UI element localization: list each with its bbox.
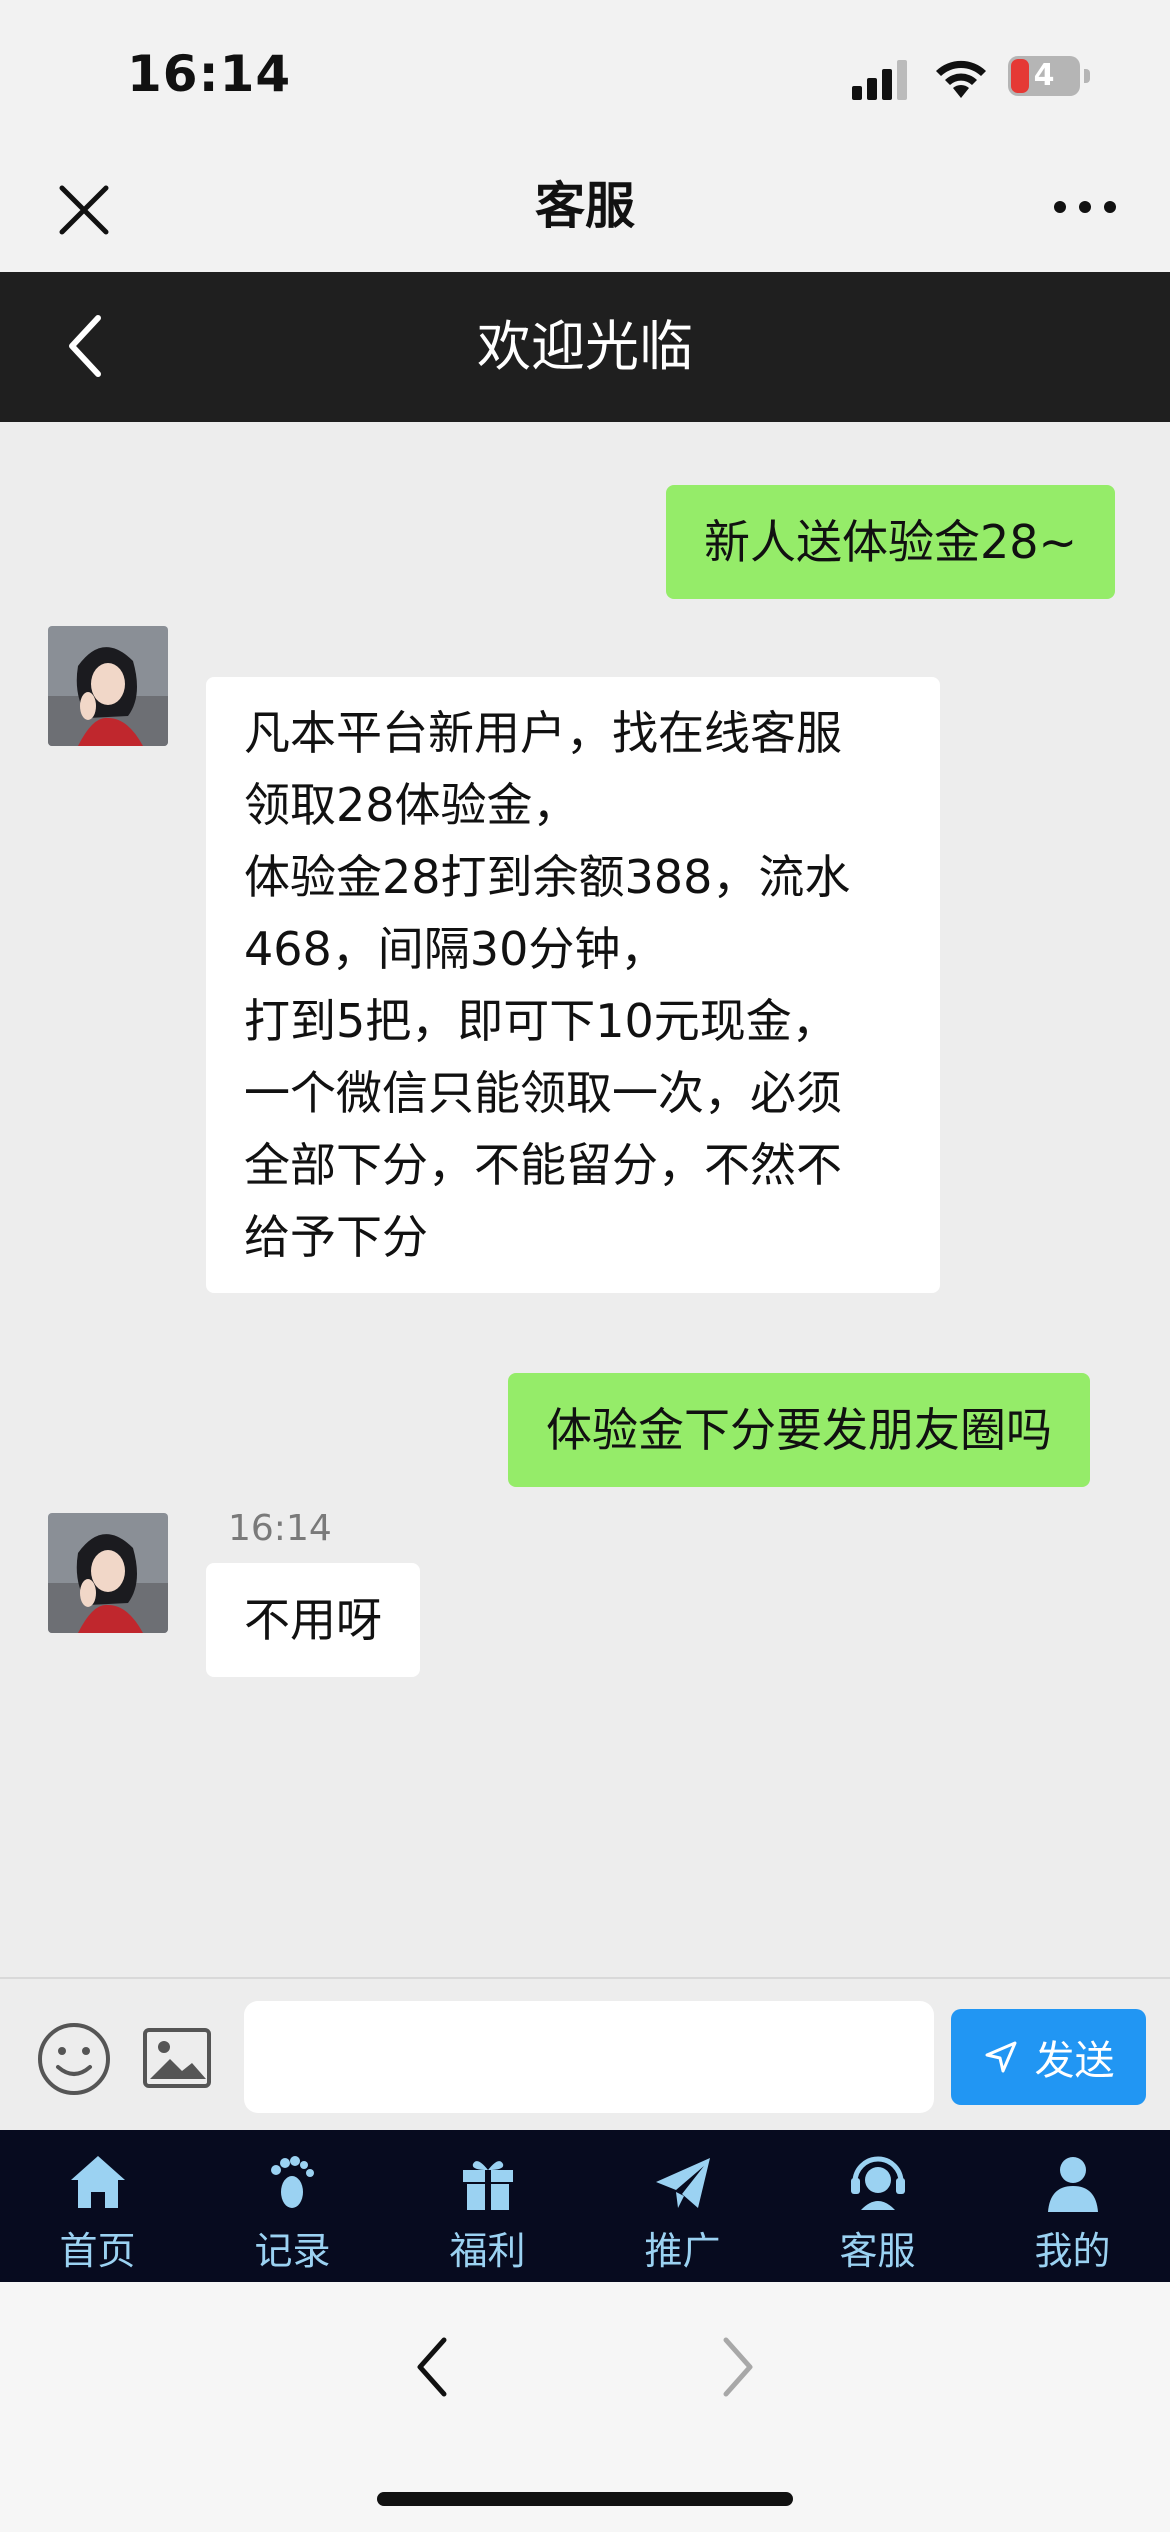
tab-label: 推广 [644,2229,721,2273]
send-label: 发送 [1034,2038,1115,2084]
message-line: 凡本平台新用户，找在线客服 [244,706,842,760]
page-header: 欢迎光临 [0,272,1170,422]
page-title: 欢迎光临 [477,315,693,378]
message-input[interactable] [244,2001,934,2113]
message-line: 全部下分，不能留分，不然不 [244,1138,842,1192]
message-line: 体验金28打到余额388，流水 [244,850,851,904]
agent-message-bubble: 凡本平台新用户，找在线客服 领取28体验金， 体验金28打到余额388，流水 4… [206,677,940,1293]
tab-label: 客服 [839,2229,916,2273]
close-icon[interactable] [52,178,116,242]
message-text: 体验金下分要发朋友圈吗 [546,1403,1052,1457]
message-input-bar: 发送 [0,1977,1170,2130]
agent-avatar[interactable] [48,626,168,746]
tab-label: 记录 [254,2229,331,2273]
image-icon[interactable] [142,2027,212,2089]
tab-mine[interactable]: 我的 [975,2130,1170,2282]
wechat-title: 客服 [535,177,635,235]
more-icon[interactable] [1052,190,1118,224]
wifi-icon [936,60,986,98]
headset-icon [850,2156,905,2210]
tab-label: 我的 [1034,2229,1111,2273]
bottom-tabbar: 首页 记录 福利 推广 客服 我的 [0,2130,1170,2282]
send-button[interactable]: 发送 [951,2009,1146,2105]
browser-toolbar [0,2282,1170,2532]
send-icon [985,2041,1016,2073]
user-icon [1047,2157,1098,2212]
emoji-icon[interactable] [36,2021,112,2097]
browser-back-icon[interactable] [410,2332,454,2402]
tab-service[interactable]: 客服 [780,2130,975,2282]
message-line: 打到5把，即可下10元现金， [244,994,838,1048]
battery-icon: 4 [1008,56,1090,96]
cellular-signal-icon [852,60,907,100]
tab-label: 首页 [59,2229,136,2273]
message-timestamp: 16:14 [228,1508,332,1549]
message-text: 不用呀 [244,1593,382,1647]
tab-records[interactable]: 记录 [195,2130,390,2282]
browser-forward-icon[interactable] [716,2332,760,2402]
gift-icon [462,2161,513,2210]
message-line: 给予下分 [244,1210,428,1264]
wechat-nav-bar: 客服 [0,140,1170,272]
tab-welfare[interactable]: 福利 [390,2130,585,2282]
message-line: 468，间隔30分钟， [244,922,667,976]
message-line: 领取28体验金， [244,778,579,832]
message-text: 新人送体验金28~ [704,515,1078,569]
agent-message-bubble: 不用呀 [206,1563,420,1677]
tab-label: 福利 [449,2229,526,2273]
chat-area: 新人送体验金28~ 凡本平台新用户，找在线客服 领取28体验金， 体验金28打到… [0,422,1170,1977]
tab-home[interactable]: 首页 [0,2130,195,2282]
message-line: 一个微信只能领取一次，必须 [244,1066,842,1120]
paper-plane-icon [655,2158,710,2208]
status-time: 16:14 [127,45,292,103]
agent-avatar[interactable] [48,1513,168,1633]
my-message-bubble: 体验金下分要发朋友圈吗 [508,1373,1090,1487]
back-arrow-icon[interactable] [58,310,110,382]
footprint-icon [270,2156,314,2208]
status-bar: 16:14 4 [0,0,1170,140]
my-message-bubble: 新人送体验金28~ [666,485,1116,599]
home-icon [70,2156,125,2208]
home-indicator [377,2492,793,2506]
tab-promote[interactable]: 推广 [585,2130,780,2282]
battery-level: 4 [1033,58,1055,93]
